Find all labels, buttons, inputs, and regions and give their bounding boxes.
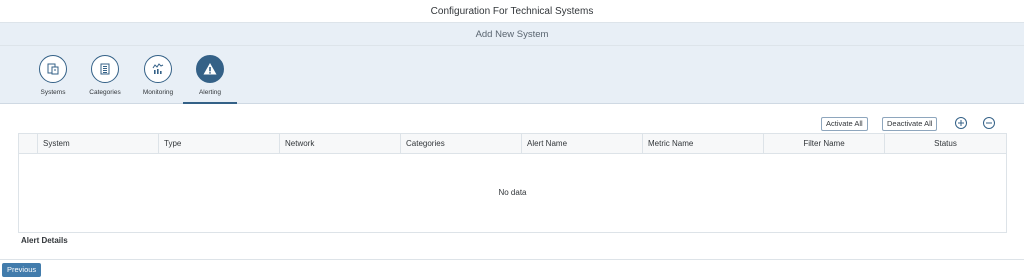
tab-categories[interactable]: Categories [80, 55, 130, 96]
column-header-filter-name[interactable]: Filter Name [763, 134, 884, 153]
tab-alerting[interactable]: Alerting [183, 55, 237, 104]
add-circle-icon[interactable] [955, 117, 967, 129]
alerts-table: System Type Network Categories Alert Nam… [18, 133, 1007, 233]
column-header-type[interactable]: Type [158, 134, 279, 153]
tab-label: Alerting [198, 89, 222, 96]
monitoring-icon [152, 63, 164, 74]
tab-label: Systems [40, 89, 66, 96]
tab-label: Categories [89, 89, 121, 96]
no-data-text: No data [498, 188, 527, 197]
column-header-categories[interactable]: Categories [400, 134, 521, 153]
app-title: Configuration For Technical Systems [0, 0, 1024, 22]
column-header-status[interactable]: Status [884, 134, 1006, 153]
tab-systems[interactable]: Systems [28, 55, 78, 96]
deactivate-all-button[interactable]: Deactivate All [882, 117, 938, 131]
tab-label: Monitoring [142, 89, 174, 96]
tab-bar: Systems Categories Monitoring Alerting [0, 46, 1024, 104]
column-header-metric-name[interactable]: Metric Name [642, 134, 763, 153]
previous-button[interactable]: Previous [2, 263, 42, 277]
alert-details-title: Alert Details [21, 236, 68, 245]
subheader-title: Add New System [0, 22, 1024, 46]
column-header-alert-name[interactable]: Alert Name [521, 134, 642, 153]
alert-icon [203, 63, 217, 75]
list-icon [100, 63, 110, 75]
column-header-network[interactable]: Network [279, 134, 400, 153]
row-selector-header[interactable] [19, 134, 37, 153]
active-tab-indicator [183, 102, 237, 104]
table-header: System Type Network Categories Alert Nam… [19, 134, 1006, 154]
activate-all-button[interactable]: Activate All [821, 117, 868, 131]
column-header-system[interactable]: System [37, 134, 158, 153]
tab-monitoring[interactable]: Monitoring [133, 55, 183, 96]
footer-divider [0, 259, 1024, 260]
remove-circle-icon[interactable] [983, 117, 995, 129]
systems-icon [47, 63, 59, 75]
